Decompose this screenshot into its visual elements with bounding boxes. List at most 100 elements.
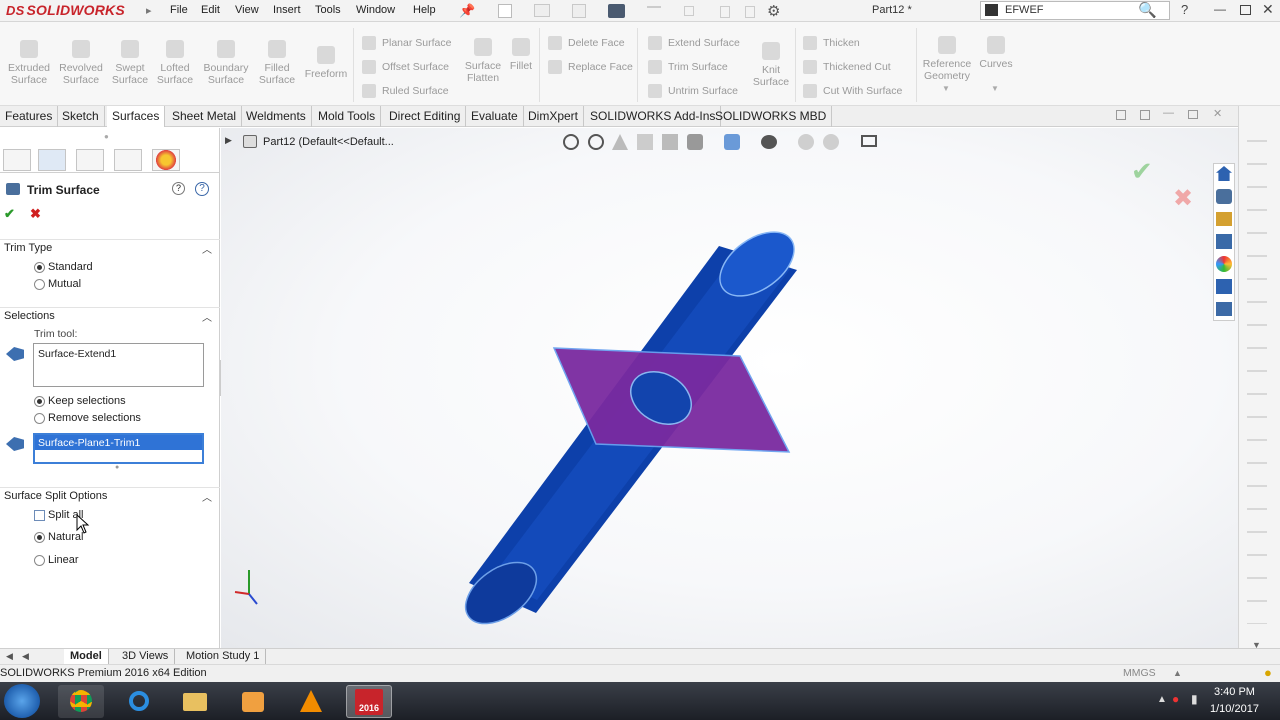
zoom-to-fit-icon[interactable] <box>563 134 579 150</box>
internet-explorer-taskbar-button[interactable] <box>116 685 162 718</box>
thickened-cut-button[interactable]: Thickened Cut <box>801 60 891 74</box>
configuration-manager-tab-icon[interactable] <box>76 149 104 171</box>
custom-properties-icon[interactable] <box>1216 279 1232 294</box>
pin-icon[interactable]: 📌 <box>459 3 475 19</box>
natural-radio[interactable] <box>34 532 45 543</box>
tab-direct-editing[interactable]: Direct Editing <box>384 106 467 127</box>
file-explorer-icon[interactable] <box>1216 212 1232 226</box>
tab-dimxpert[interactable]: DimXpert <box>523 106 585 127</box>
tab-motion-study-1[interactable]: Motion Study 1 <box>180 649 267 665</box>
vlc-taskbar-button[interactable] <box>288 685 334 718</box>
view-palette-icon[interactable] <box>1216 234 1232 249</box>
volume-icon[interactable]: ▮ <box>1191 692 1198 706</box>
menu-file[interactable]: File <box>170 4 188 16</box>
media-player-taskbar-button[interactable] <box>230 685 276 718</box>
extruded-surface-button[interactable]: Extruded Surface <box>2 40 56 86</box>
display-style-icon[interactable] <box>724 134 740 150</box>
clock-time[interactable]: 3:40 PM <box>1214 686 1255 698</box>
menu-help[interactable]: Help <box>413 4 436 16</box>
standard-radio[interactable] <box>34 262 45 273</box>
flyout-tree-path[interactable]: Part12 (Default<<Default... <box>263 136 394 148</box>
graphics-viewport[interactable]: ▶ Part12 (Default<<Default... ✔ ✖ <box>221 128 1238 648</box>
keep-selections-radio[interactable] <box>34 396 45 407</box>
viewport-restore-icon[interactable] <box>1188 110 1198 119</box>
list-resize-handle[interactable]: ● <box>115 464 119 471</box>
tab-surfaces[interactable]: Surfaces <box>107 106 166 127</box>
hide-show-items-icon[interactable] <box>761 135 777 149</box>
viewport-tile-icon[interactable] <box>1116 110 1126 120</box>
view-settings-monitor-icon[interactable] <box>861 135 877 147</box>
reference-geometry-dropdown-icon[interactable]: ▼ <box>942 84 950 93</box>
untrim-surface-button[interactable]: Untrim Surface <box>646 84 738 98</box>
sketch-tools-strip[interactable] <box>1247 124 1267 624</box>
collapse-chevron-icon[interactable]: ︿ <box>202 489 212 504</box>
selections-group-header[interactable]: Selections ︿ <box>0 307 220 325</box>
command-search-icon[interactable] <box>985 4 998 16</box>
pieces-to-keep-selection-box[interactable]: Surface-Plane1-Trim1 <box>33 433 204 464</box>
menu-insert[interactable]: Insert <box>273 4 301 16</box>
tab-evaluate[interactable]: Evaluate <box>466 106 524 127</box>
boundary-surface-button[interactable]: Boundary Surface <box>199 40 253 86</box>
cut-with-surface-button[interactable]: Cut With Surface <box>801 84 902 98</box>
menu-edit[interactable]: Edit <box>201 4 220 16</box>
previous-view-icon[interactable] <box>612 134 628 150</box>
selected-piece-item[interactable]: Surface-Plane1-Trim1 <box>35 435 202 450</box>
scroll-left-first-icon[interactable]: ◀ <box>6 651 13 662</box>
clock-date[interactable]: 1/10/2017 <box>1210 703 1259 715</box>
tab-weldments[interactable]: Weldments <box>241 106 312 127</box>
offset-surface-button[interactable]: Offset Surface <box>360 60 449 74</box>
confirmation-ok-icon[interactable]: ✔ <box>1131 156 1153 187</box>
viewport-close-icon[interactable]: ✕ <box>1213 107 1222 120</box>
reference-geometry-button[interactable]: Reference Geometry <box>919 36 975 82</box>
start-button-icon[interactable] <box>4 684 40 718</box>
expand-tree-arrow-icon[interactable]: ▶ <box>225 135 232 146</box>
options-gear-icon[interactable]: ⚙ <box>767 2 780 20</box>
display-manager-tab-icon[interactable] <box>152 149 180 171</box>
help-circle-icon[interactable]: ? <box>195 182 209 196</box>
new-document-icon[interactable] <box>498 4 512 18</box>
linear-radio[interactable] <box>34 555 45 566</box>
knit-surface-button[interactable]: Knit Surface <box>745 42 797 88</box>
detailed-preview-icon[interactable]: ? <box>172 182 185 195</box>
close-icon[interactable]: ✕ <box>1262 1 1274 18</box>
file-properties-icon[interactable] <box>745 6 755 18</box>
replace-face-button[interactable]: Replace Face <box>546 60 633 74</box>
collapse-chevron-icon[interactable]: ︿ <box>202 309 212 324</box>
thicken-button[interactable]: Thicken <box>801 36 860 50</box>
dimxpert-manager-tab-icon[interactable] <box>114 149 142 171</box>
restore-icon[interactable] <box>1240 5 1251 15</box>
tab-model[interactable]: Model <box>64 649 109 665</box>
file-explorer-taskbar-button[interactable] <box>172 685 218 718</box>
save-icon[interactable] <box>572 4 586 18</box>
remove-selections-radio[interactable] <box>34 413 45 424</box>
solidworks-taskbar-button[interactable]: 2016 <box>346 685 392 718</box>
curves-dropdown-icon[interactable]: ▼ <box>991 84 999 93</box>
menu-window[interactable]: Window <box>356 4 395 16</box>
cancel-x-button[interactable]: ✖ <box>30 206 41 222</box>
show-hidden-icons-arrow[interactable]: ▲ <box>1157 694 1167 705</box>
ruled-surface-button[interactable]: Ruled Surface <box>360 84 449 98</box>
solidworks-logo[interactable]: DS SOLIDWORKS <box>6 2 125 20</box>
property-manager-tab-icon[interactable] <box>38 149 66 171</box>
trim-surface-button[interactable]: Trim Surface <box>646 60 728 74</box>
collapse-chevron-icon[interactable]: ︿ <box>202 241 212 256</box>
revolved-surface-button[interactable]: Revolved Surface <box>54 40 108 86</box>
chrome-taskbar-button[interactable] <box>58 685 104 718</box>
appearances-icon[interactable] <box>1216 256 1232 272</box>
tab-features[interactable]: Features <box>0 106 59 127</box>
lofted-surface-button[interactable]: Lofted Surface <box>148 40 202 86</box>
undo-icon[interactable] <box>647 6 661 16</box>
split-all-checkbox[interactable] <box>34 510 45 521</box>
extend-surface-button[interactable]: Extend Surface <box>646 36 740 50</box>
pin-arrow-icon[interactable]: ▸ <box>146 4 152 17</box>
menu-view[interactable]: View <box>235 4 259 16</box>
confirmation-cancel-icon[interactable]: ✖ <box>1173 184 1193 213</box>
3d-model-preview[interactable] <box>451 228 1051 648</box>
forum-icon[interactable] <box>1216 302 1232 316</box>
section-view-icon[interactable] <box>637 134 653 150</box>
tab-solidworks-add-ins[interactable]: SOLIDWORKS Add-Ins <box>585 106 722 127</box>
mutual-radio[interactable] <box>34 279 45 290</box>
panel-splitter-handle[interactable]: ● <box>104 132 109 141</box>
tab-solidworks-mbd[interactable]: SOLIDWORKS MBD <box>710 106 833 127</box>
scroll-left-icon[interactable]: ◀ <box>22 651 29 662</box>
